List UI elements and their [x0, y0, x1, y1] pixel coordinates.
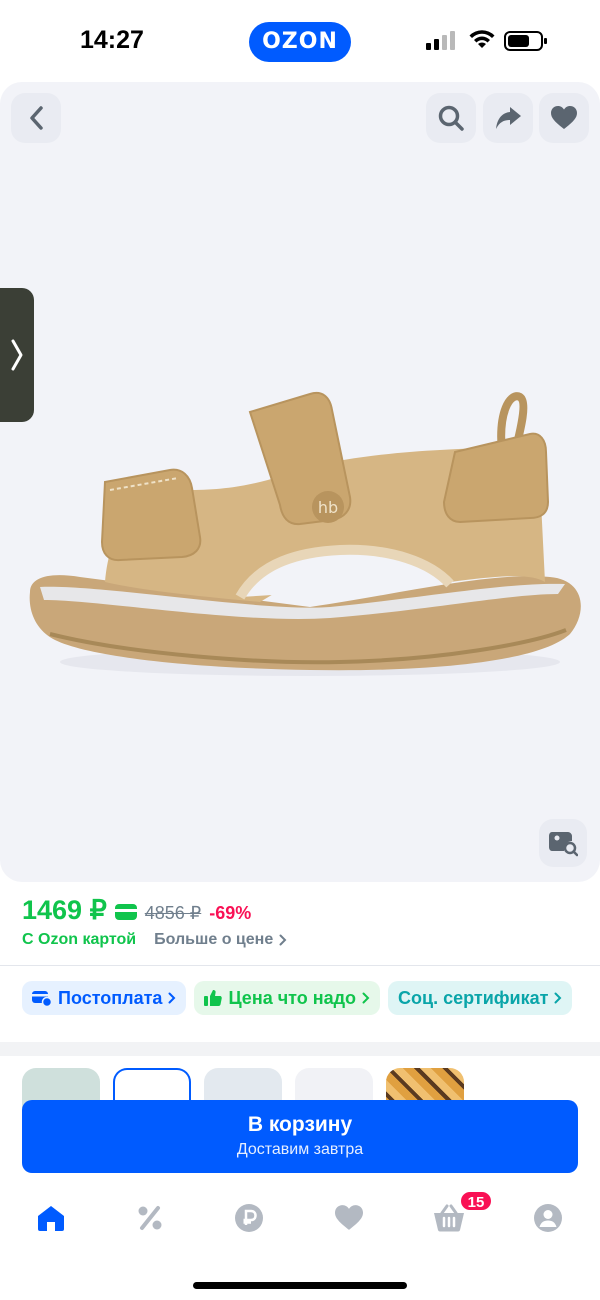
chip-social-certificate[interactable]: Соц. сертификат — [388, 981, 573, 1015]
thumbs-up-icon — [204, 990, 223, 1006]
status-time: 14:27 — [80, 26, 144, 54]
chip-good-price[interactable]: Цена что надо — [194, 981, 381, 1015]
visual-search-button[interactable] — [539, 819, 587, 867]
nav-discounts[interactable] — [134, 1202, 166, 1234]
section-separator — [0, 1042, 600, 1056]
chip-label: Соц. сертификат — [398, 987, 549, 1008]
ozon-card-icon — [114, 904, 137, 920]
delivery-label: Доставим завтра — [236, 1141, 364, 1158]
product-image: hb — [29, 391, 581, 676]
nav-ozon-bank[interactable] — [233, 1202, 265, 1234]
back-button[interactable] — [11, 93, 61, 143]
chevron-right-icon — [168, 992, 176, 1004]
divider — [0, 965, 600, 966]
postpay-icon — [32, 991, 52, 1007]
heart-icon — [551, 106, 577, 129]
share-icon — [496, 107, 521, 129]
price-row: 1469 ₽ 4856 ₽ -69% — [22, 895, 251, 926]
price-old: 4856 ₽ — [144, 903, 202, 923]
discount-icon — [138, 1206, 162, 1230]
chevron-right-icon — [362, 992, 370, 1004]
nav-home[interactable] — [35, 1202, 67, 1234]
with-card-label: С Ozon картой — [22, 931, 137, 948]
nav-favorites[interactable] — [333, 1202, 365, 1234]
image-search-icon — [549, 832, 578, 857]
add-to-cart-button[interactable]: В корзину Доставим завтра — [22, 1100, 578, 1173]
ozon-bank-icon — [235, 1204, 263, 1232]
nav-profile[interactable] — [532, 1202, 564, 1234]
share-button[interactable] — [483, 93, 533, 143]
cellular-signal-icon — [426, 31, 455, 50]
battery-icon — [504, 31, 547, 51]
discount-badge: -69% — [209, 903, 252, 923]
price-current: 1469 ₽ — [22, 895, 107, 925]
search-icon — [438, 105, 464, 131]
cart-count-badge: 15 — [459, 1190, 493, 1212]
add-to-cart-label: В корзину — [247, 1113, 353, 1136]
home-icon — [38, 1206, 64, 1231]
price-subline: С Ozon картой Больше о цене — [22, 931, 287, 949]
product-gallery[interactable]: hb — [0, 82, 600, 882]
favorite-button[interactable] — [539, 93, 589, 143]
favorites-icon — [335, 1205, 363, 1230]
chevron-left-icon — [30, 106, 43, 130]
ozon-logo[interactable]: OZON — [249, 22, 351, 62]
search-button[interactable] — [426, 93, 476, 143]
chevron-right-icon — [279, 934, 287, 946]
home-indicator — [193, 1282, 407, 1289]
chevron-right-icon — [11, 339, 23, 371]
cart-icon — [434, 1204, 464, 1232]
chip-postpay[interactable]: Постоплата — [22, 981, 187, 1015]
status-bar: 14:27 OZON — [0, 0, 600, 82]
chevron-right-icon — [554, 992, 562, 1004]
chip-label: Цена что надо — [228, 987, 357, 1008]
promo-chips: Постоплата Цена что надо Соц. сертификат — [22, 981, 573, 1015]
svg-text:hb: hb — [318, 498, 338, 517]
profile-icon — [534, 1204, 562, 1232]
more-price-link[interactable]: Больше о цене — [154, 931, 273, 949]
chip-label: Постоплата — [58, 987, 163, 1008]
wifi-icon — [469, 30, 495, 48]
